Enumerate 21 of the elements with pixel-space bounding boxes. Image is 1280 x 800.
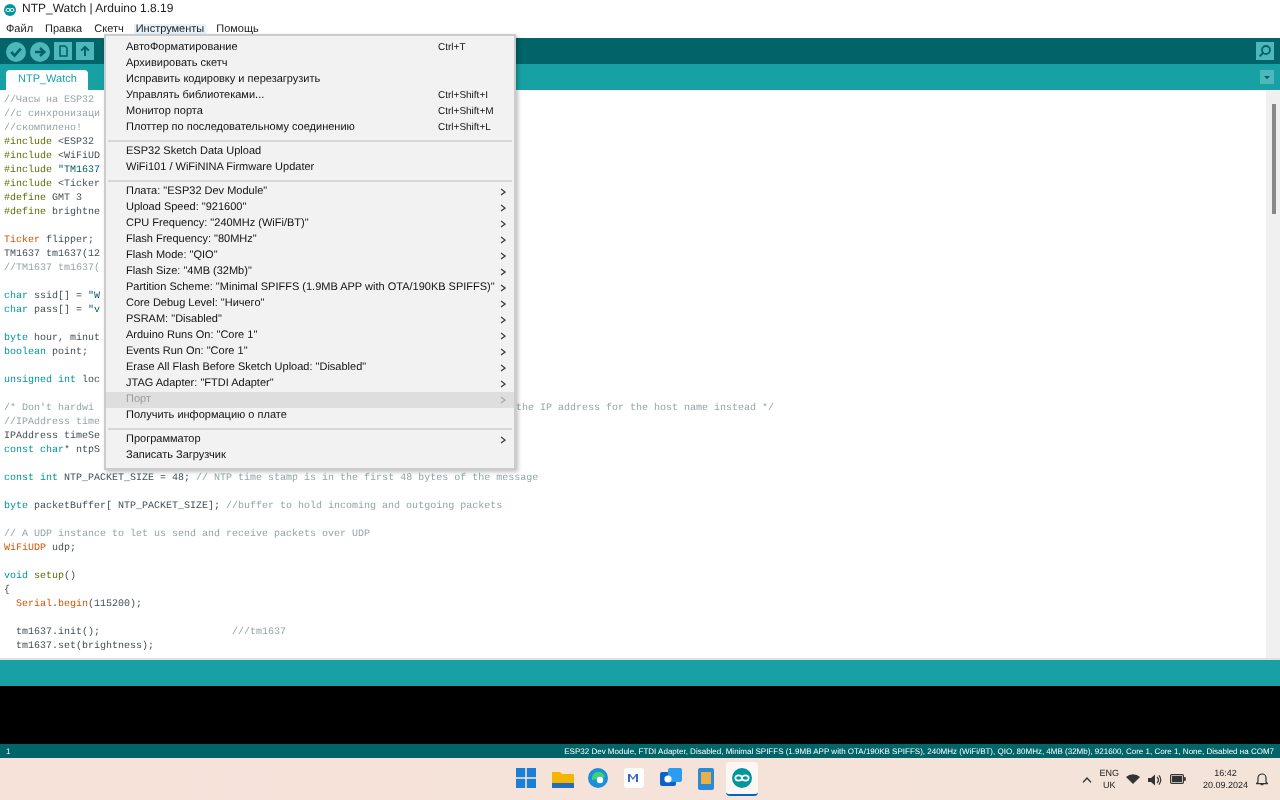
volume-icon[interactable] — [1148, 773, 1163, 785]
new-file-icon[interactable] — [54, 42, 72, 60]
bell-icon[interactable] — [1256, 772, 1268, 786]
wifi-icon[interactable] — [1126, 774, 1141, 784]
notebook-icon[interactable] — [698, 767, 714, 789]
app-icon[interactable] — [624, 768, 644, 788]
open-arrow-icon[interactable] — [76, 42, 94, 60]
arduino-app-icon — [732, 768, 752, 788]
browser-icon[interactable] — [588, 768, 608, 788]
search-icon[interactable] — [1256, 42, 1274, 60]
dropdown-icon[interactable] — [1260, 70, 1274, 84]
chevron-icon — [500, 436, 506, 444]
mail-icon[interactable] — [659, 768, 681, 788]
taskbar-button[interactable] — [726, 762, 758, 796]
upload-arrow-icon[interactable] — [30, 41, 50, 61]
folder-icon[interactable] — [551, 769, 573, 787]
battery-icon[interactable] — [1170, 774, 1187, 784]
scrollbar[interactable] — [1266, 90, 1280, 658]
chevron-up-icon[interactable] — [1081, 775, 1092, 783]
windows-start-icon[interactable] — [516, 768, 536, 788]
verify-check-icon[interactable] — [6, 41, 26, 61]
